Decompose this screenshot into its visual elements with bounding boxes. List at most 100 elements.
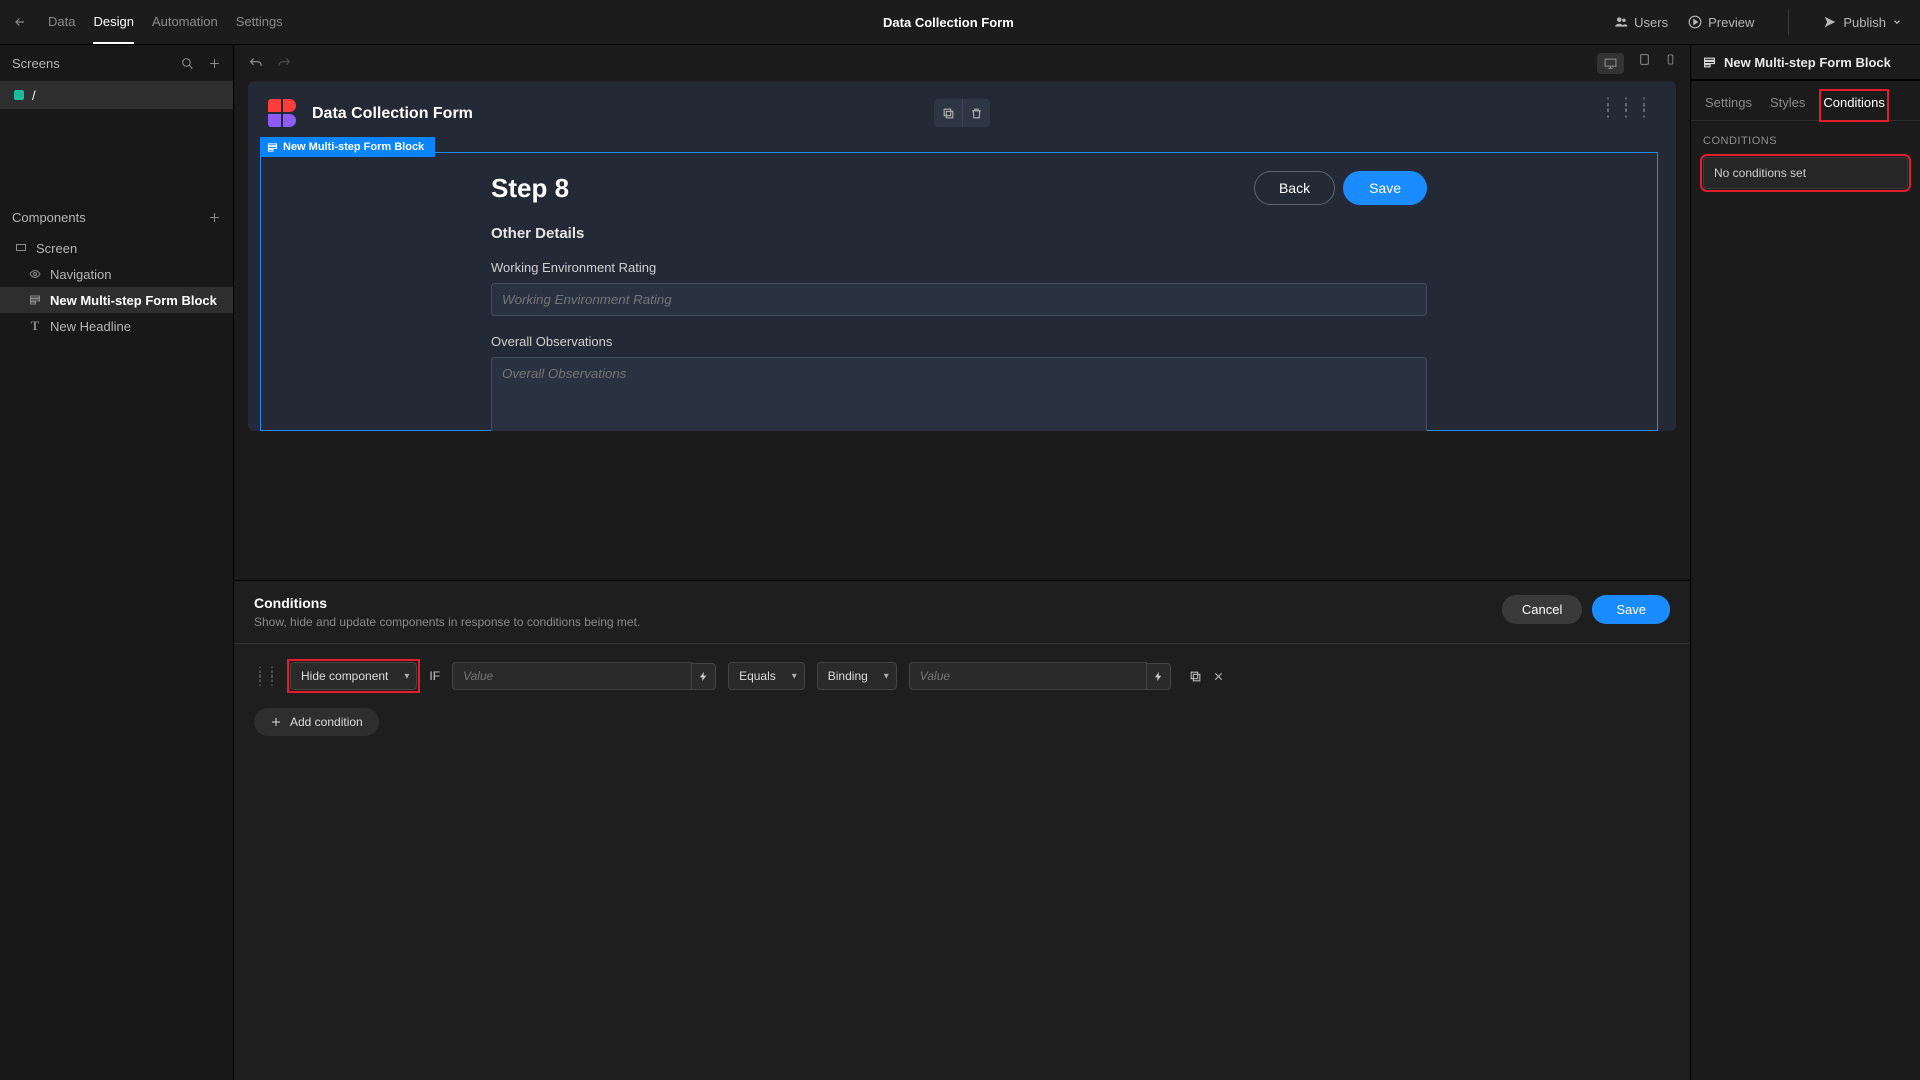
components-label: Components [12, 210, 86, 225]
step-header: Step 8 Back Save [491, 171, 1427, 205]
screen-icon [14, 242, 28, 254]
screen-item-root[interactable]: / [0, 81, 233, 109]
add-condition-label: Add condition [290, 715, 363, 729]
duplicate-condition-icon[interactable] [1189, 670, 1202, 683]
no-conditions-message[interactable]: No conditions set [1703, 157, 1908, 189]
device-mobile-icon[interactable] [1665, 53, 1676, 74]
separator [1788, 9, 1789, 35]
redo-button[interactable] [277, 56, 292, 71]
conditions-title: Conditions [254, 595, 640, 611]
component-label: Navigation [50, 267, 111, 282]
component-label: Screen [36, 241, 77, 256]
conditions-section-label: CONDITIONS [1703, 135, 1908, 147]
undo-button[interactable] [248, 56, 263, 71]
binding-bolt-button[interactable] [1147, 663, 1171, 690]
step-subtitle: Other Details [491, 225, 1427, 242]
eye-icon [28, 268, 42, 280]
right-title: New Multi-step Form Block [1724, 55, 1891, 70]
nav-settings[interactable]: Settings [236, 1, 283, 44]
top-nav: Data Design Automation Settings [40, 1, 283, 44]
canvas[interactable]: Data Collection Form ⋮⋮⋮⋮⋮⋮ New Multi-st… [248, 81, 1676, 431]
component-label: New Headline [50, 319, 131, 334]
add-component-icon[interactable] [208, 211, 221, 224]
selection-badge[interactable]: New Multi-step Form Block [260, 137, 435, 157]
right-sidebar: New Multi-step Form Block Settings Style… [1690, 45, 1920, 1080]
delete-button[interactable] [962, 99, 990, 127]
value-right-input[interactable] [909, 662, 1147, 690]
screens-header: Screens [0, 45, 233, 81]
components-header: Components [0, 199, 233, 235]
conditions-desc: Show, hide and update components in resp… [254, 615, 640, 629]
right-tabs: Settings Styles Conditions [1691, 81, 1920, 121]
users-button[interactable]: Users [1614, 15, 1668, 30]
binding-select[interactable]: Binding ▾ [817, 662, 897, 690]
preview-button[interactable]: Preview [1688, 15, 1754, 30]
remove-condition-icon[interactable] [1212, 670, 1225, 683]
save-conditions-button[interactable]: Save [1592, 595, 1670, 624]
form-block[interactable]: Step 8 Back Save Other Details Working E… [260, 152, 1658, 431]
device-tablet-icon[interactable] [1638, 53, 1651, 74]
page-title: Data Collection Form [283, 15, 1614, 30]
nav-automation[interactable]: Automation [152, 1, 218, 44]
save-button[interactable]: Save [1343, 171, 1427, 205]
preview-label: Preview [1708, 15, 1754, 30]
operator-value: Equals [728, 662, 805, 690]
add-screen-icon[interactable] [208, 57, 221, 70]
publish-label: Publish [1843, 15, 1886, 30]
top-right: Users Preview Publish [1614, 9, 1920, 35]
field-label: Overall Observations [491, 334, 1427, 349]
canvas-wrap: Data Collection Form ⋮⋮⋮⋮⋮⋮ New Multi-st… [234, 81, 1690, 580]
component-form-block[interactable]: New Multi-step Form Block [0, 287, 233, 313]
selection-label: New Multi-step Form Block [283, 141, 424, 153]
center-column: Data Collection Form ⋮⋮⋮⋮⋮⋮ New Multi-st… [234, 45, 1690, 1080]
component-headline[interactable]: T New Headline [0, 313, 233, 339]
value-left-input[interactable] [452, 662, 692, 690]
nav-design[interactable]: Design [93, 1, 133, 44]
add-condition-button[interactable]: Add condition [254, 708, 379, 736]
nav-data[interactable]: Data [48, 1, 75, 44]
canvas-toolbar [234, 45, 1690, 81]
card-title: Data Collection Form [312, 105, 473, 123]
component-navigation[interactable]: Navigation [0, 261, 233, 287]
screens-label: Screens [12, 56, 60, 71]
conditions-body: ⋮⋮⋮⋮⋮⋮ Hide component ▾ IF Equals ▾ [234, 643, 1690, 1080]
component-label: New Multi-step Form Block [50, 293, 217, 308]
cancel-button[interactable]: Cancel [1502, 595, 1582, 624]
condition-row: ⋮⋮⋮⋮⋮⋮ Hide component ▾ IF Equals ▾ [254, 662, 1670, 690]
rating-input[interactable] [491, 283, 1427, 316]
right-conditions-section: CONDITIONS No conditions set [1691, 121, 1920, 203]
left-sidebar: Screens / Components Screen Navigation [0, 45, 234, 1080]
operator-select[interactable]: Equals ▾ [728, 662, 805, 690]
form-icon [1703, 56, 1716, 69]
card-tools [934, 99, 990, 127]
plus-icon [270, 716, 282, 728]
conditions-panel: Conditions Show, hide and update compone… [234, 580, 1690, 1080]
step-title: Step 8 [491, 173, 569, 204]
chevron-down-icon [1892, 17, 1902, 27]
app-logo [268, 99, 298, 129]
tab-settings[interactable]: Settings [1703, 91, 1754, 120]
screen-name: / [32, 88, 36, 103]
back-button[interactable] [0, 15, 40, 29]
text-icon: T [28, 318, 42, 334]
search-icon[interactable] [181, 57, 194, 70]
users-label: Users [1634, 15, 1668, 30]
form-icon [28, 294, 42, 306]
field-label: Working Environment Rating [491, 260, 1427, 275]
tab-styles[interactable]: Styles [1768, 91, 1807, 120]
if-label: IF [429, 669, 440, 683]
back-button[interactable]: Back [1254, 171, 1335, 205]
component-screen[interactable]: Screen [0, 235, 233, 261]
observations-textarea[interactable] [491, 357, 1427, 431]
form-icon [267, 142, 278, 153]
tab-conditions[interactable]: Conditions [1821, 91, 1886, 120]
conditions-header: Conditions Show, hide and update compone… [234, 581, 1690, 643]
drag-handle-icon[interactable]: ⋮⋮⋮⋮⋮⋮ [1600, 101, 1654, 115]
action-select[interactable]: Hide component ▾ [290, 662, 417, 690]
binding-bolt-button[interactable] [692, 663, 716, 690]
duplicate-button[interactable] [934, 99, 962, 127]
drag-handle-icon[interactable]: ⋮⋮⋮⋮⋮⋮ [254, 669, 278, 684]
action-select-value: Hide component [290, 662, 417, 690]
device-desktop-icon[interactable] [1597, 53, 1624, 74]
publish-button[interactable]: Publish [1823, 15, 1902, 30]
